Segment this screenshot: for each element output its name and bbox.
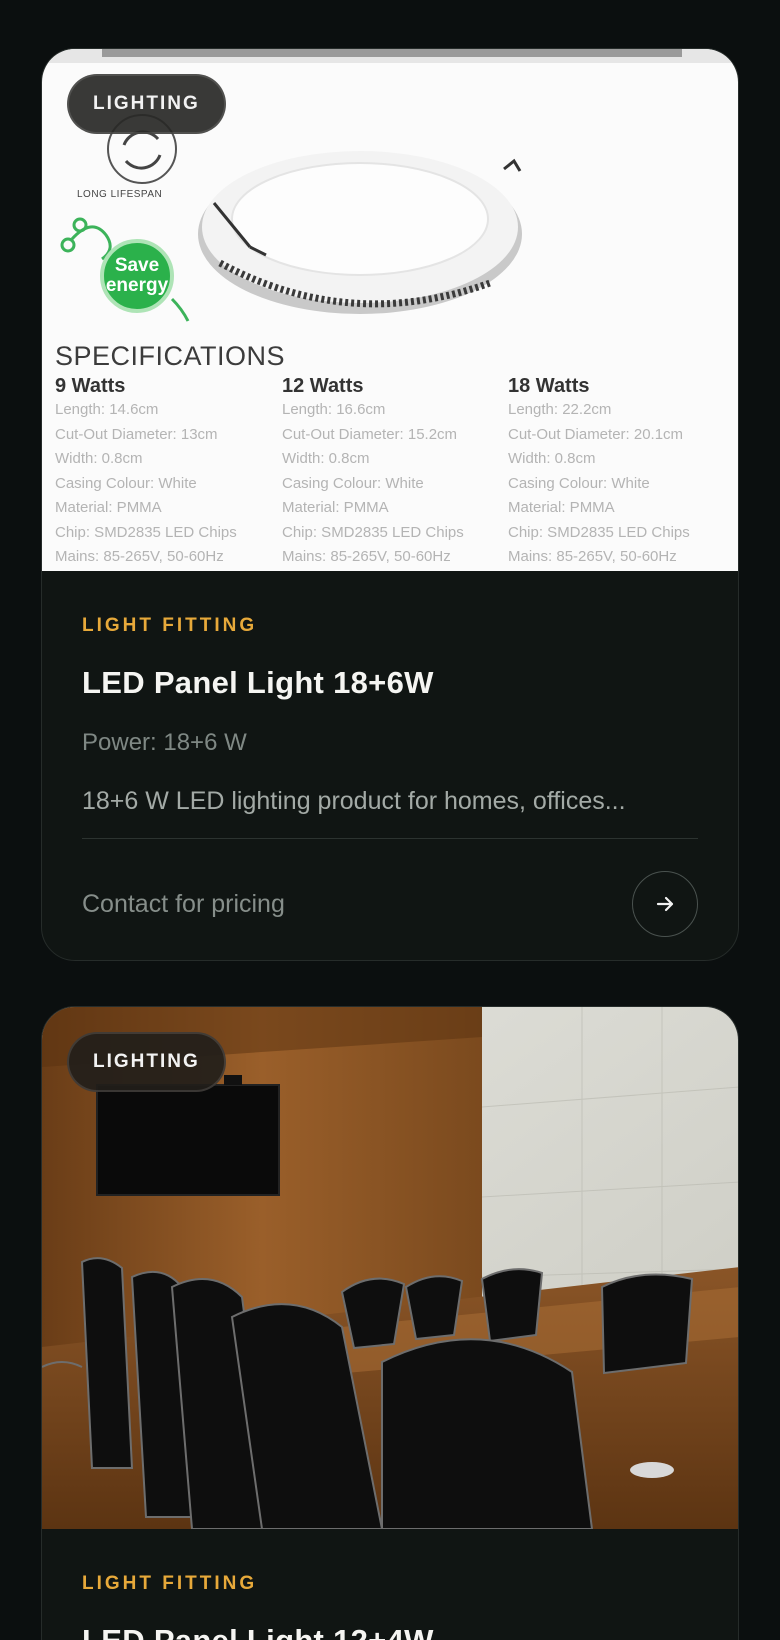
- spec-line: Chip: SMD2835 LED Chips: [282, 523, 464, 541]
- spec-line: Material: PMMA: [508, 499, 615, 516]
- spec-watts: 9 Watts: [55, 375, 126, 397]
- spec-line: Mains: 85-265V, 50-60Hz: [55, 548, 224, 565]
- spec-line: Length: 22.2cm: [508, 401, 612, 418]
- category-badge: LIGHTING: [67, 74, 226, 134]
- spec-line: Material: PMMA: [55, 499, 162, 516]
- card-footer: Contact for pricing: [82, 871, 698, 937]
- product-details: LIGHT FITTING LED Panel Light 12+4W: [42, 1529, 738, 1640]
- spec-line: Material: PMMA: [282, 499, 389, 516]
- spec-line: Width: 0.8cm: [508, 450, 596, 467]
- spec-line: Mains: 85-265V, 50-60Hz: [282, 548, 451, 565]
- product-title[interactable]: LED Panel Light 12+4W: [82, 1623, 698, 1640]
- spec-line: Width: 0.8cm: [55, 450, 143, 467]
- spec-column: 9 Watts Length: 14.6cm Cut-Out Diameter:…: [55, 375, 275, 570]
- spec-line: Cut-Out Diameter: 15.2cm: [282, 425, 458, 443]
- product-image[interactable]: LIGHTING: [42, 1007, 738, 1529]
- product-image[interactable]: LONG LIFESPAN Save energy SPECIFICATIONS…: [42, 49, 738, 571]
- spec-line: Cut-Out Diameter: 13cm: [55, 425, 218, 443]
- save-energy-badge: Save energy: [100, 239, 174, 313]
- product-list: LONG LIFESPAN Save energy SPECIFICATIONS…: [0, 0, 780, 1640]
- category-badge: LIGHTING: [67, 1032, 226, 1092]
- product-description: 18+6 W LED lighting product for homes, o…: [82, 787, 626, 815]
- divider: [82, 838, 698, 839]
- product-price: Contact for pricing: [82, 889, 285, 918]
- product-title[interactable]: LED Panel Light 18+6W: [82, 665, 698, 701]
- product-category: LIGHT FITTING: [82, 615, 258, 636]
- view-product-button[interactable]: [632, 871, 698, 937]
- spec-line: Casing Colour: White: [282, 474, 424, 492]
- product-card[interactable]: LONG LIFESPAN Save energy SPECIFICATIONS…: [41, 48, 739, 961]
- spec-watts: 12 Watts: [282, 375, 364, 397]
- spec-line: Width: 0.8cm: [282, 450, 370, 467]
- spec-line: Length: 16.6cm: [282, 401, 386, 418]
- spec-line: Casing Colour: White: [508, 474, 650, 492]
- spec-line: Casing Colour: White: [55, 474, 197, 492]
- spec-heading: SPECIFICATIONS: [55, 341, 286, 371]
- spec-column: 18 Watts Length: 22.2cm Cut-Out Diameter…: [508, 375, 728, 570]
- spec-watts: 18 Watts: [508, 375, 590, 397]
- spec-line: Chip: SMD2835 LED Chips: [55, 523, 237, 541]
- spec-line: Chip: SMD2835 LED Chips: [508, 523, 690, 541]
- spec-line: Mains: 85-265V, 50-60Hz: [508, 548, 677, 565]
- product-card[interactable]: LIGHTING LIGHT FITTING LED Panel Light 1…: [41, 1006, 739, 1640]
- spec-line: Cut-Out Diameter: 20.1cm: [508, 425, 684, 443]
- product-category: LIGHT FITTING: [82, 1573, 258, 1594]
- product-power: Power: 18+6 W: [82, 729, 247, 756]
- spec-line: Length: 14.6cm: [55, 401, 159, 418]
- arrow-right-icon: [656, 896, 674, 912]
- product-details: LIGHT FITTING LED Panel Light 18+6W Powe…: [42, 571, 738, 937]
- lifespan-label: LONG LIFESPAN: [77, 189, 163, 200]
- spec-column: 12 Watts Length: 16.6cm Cut-Out Diameter…: [282, 375, 502, 570]
